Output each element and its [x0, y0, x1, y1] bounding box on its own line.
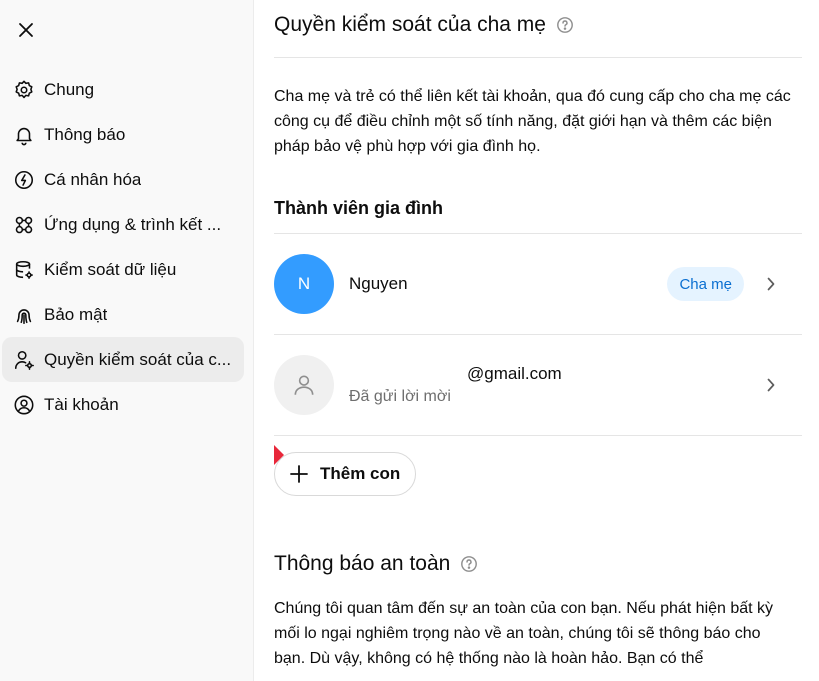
family-member-row-invited[interactable]: @gmail.com Đã gửi lời mời: [274, 335, 802, 435]
close-icon: [19, 23, 33, 37]
avatar-initial: N: [297, 274, 311, 293]
role-badge: Cha mẹ: [667, 267, 744, 301]
safety-title-text: Thông báo an toàn: [274, 552, 451, 575]
sidebar-item-general[interactable]: Chung: [2, 67, 244, 112]
sidebar-item-parental-controls[interactable]: Quyền kiểm soát của c...: [2, 337, 244, 382]
chevron-right-icon: [764, 378, 778, 392]
close-button[interactable]: [12, 16, 40, 44]
parent-icon: [13, 349, 35, 371]
sidebar-item-account[interactable]: Tài khoản: [2, 382, 244, 427]
divider: [274, 57, 802, 58]
sidebar-item-label: Tài khoản: [44, 394, 119, 414]
user-icon: [294, 375, 314, 395]
cursor-marker: [274, 445, 284, 465]
add-child-label: Thêm con: [320, 464, 401, 483]
page-title-text: Quyền kiểm soát của cha mẹ: [274, 13, 546, 36]
apps-icon: [13, 214, 35, 236]
family-members-title: Thành viên gia đình: [274, 198, 444, 218]
sidebar-item-label: Quyền kiểm soát của c...: [44, 349, 232, 369]
sidebar-item-label: Bảo mật: [44, 304, 108, 324]
member-email: @gmail.com: [467, 364, 562, 383]
settings-nav: Chung Thông báo Cá nhân hóa Ứng dụng & t…: [0, 67, 254, 427]
family-member-row-parent[interactable]: N Nguyen Cha mẹ: [274, 234, 802, 334]
member-info: Nguyen: [349, 274, 667, 294]
sidebar-item-label: Ứng dụng & trình kết ...: [44, 214, 222, 234]
sidebar-item-label: Cá nhân hóa: [44, 169, 142, 189]
member-info: @gmail.com Đã gửi lời mời: [349, 364, 764, 406]
page-title: Quyền kiểm soát của cha mẹ: [274, 13, 574, 37]
database-icon: [13, 259, 35, 281]
plus-icon: [289, 464, 309, 484]
divider: [274, 435, 802, 436]
gear-icon: [13, 79, 35, 101]
sidebar-item-personalization[interactable]: Cá nhân hóa: [2, 157, 244, 202]
add-child-button[interactable]: Thêm con: [274, 452, 417, 496]
bell-icon: [13, 124, 35, 146]
parental-controls-description: Cha mẹ và trẻ có thể liên kết tài khoản,…: [274, 88, 791, 155]
member-name: Nguyen: [349, 274, 408, 293]
sidebar-item-security[interactable]: Bảo mật: [2, 292, 244, 337]
fingerprint-icon: [13, 304, 35, 326]
help-icon[interactable]: [556, 16, 574, 34]
avatar: N: [274, 254, 334, 314]
settings-sidebar: Chung Thông báo Cá nhân hóa Ứng dụng & t…: [0, 0, 254, 681]
invite-status: Đã gửi lời mời: [349, 388, 451, 405]
sidebar-item-label: Thông báo: [44, 124, 126, 144]
sidebar-item-data-controls[interactable]: Kiểm soát dữ liệu: [2, 247, 244, 292]
personalize-icon: [13, 169, 35, 191]
avatar: [274, 355, 334, 415]
safety-description: Chúng tôi quan tâm đến sự an toàn của co…: [274, 600, 774, 667]
safety-notifications-title: Thông báo an toàn: [274, 552, 478, 576]
help-icon[interactable]: [460, 555, 478, 573]
sidebar-item-label: Chung: [44, 79, 95, 99]
sidebar-item-label: Kiểm soát dữ liệu: [44, 259, 177, 279]
account-icon: [13, 394, 35, 416]
chevron-right-icon: [764, 277, 778, 291]
sidebar-item-notifications[interactable]: Thông báo: [2, 112, 244, 157]
parental-controls-panel: Quyền kiểm soát của cha mẹ Cha mẹ và trẻ…: [274, 0, 802, 681]
sidebar-item-apps[interactable]: Ứng dụng & trình kết ...: [2, 202, 244, 247]
